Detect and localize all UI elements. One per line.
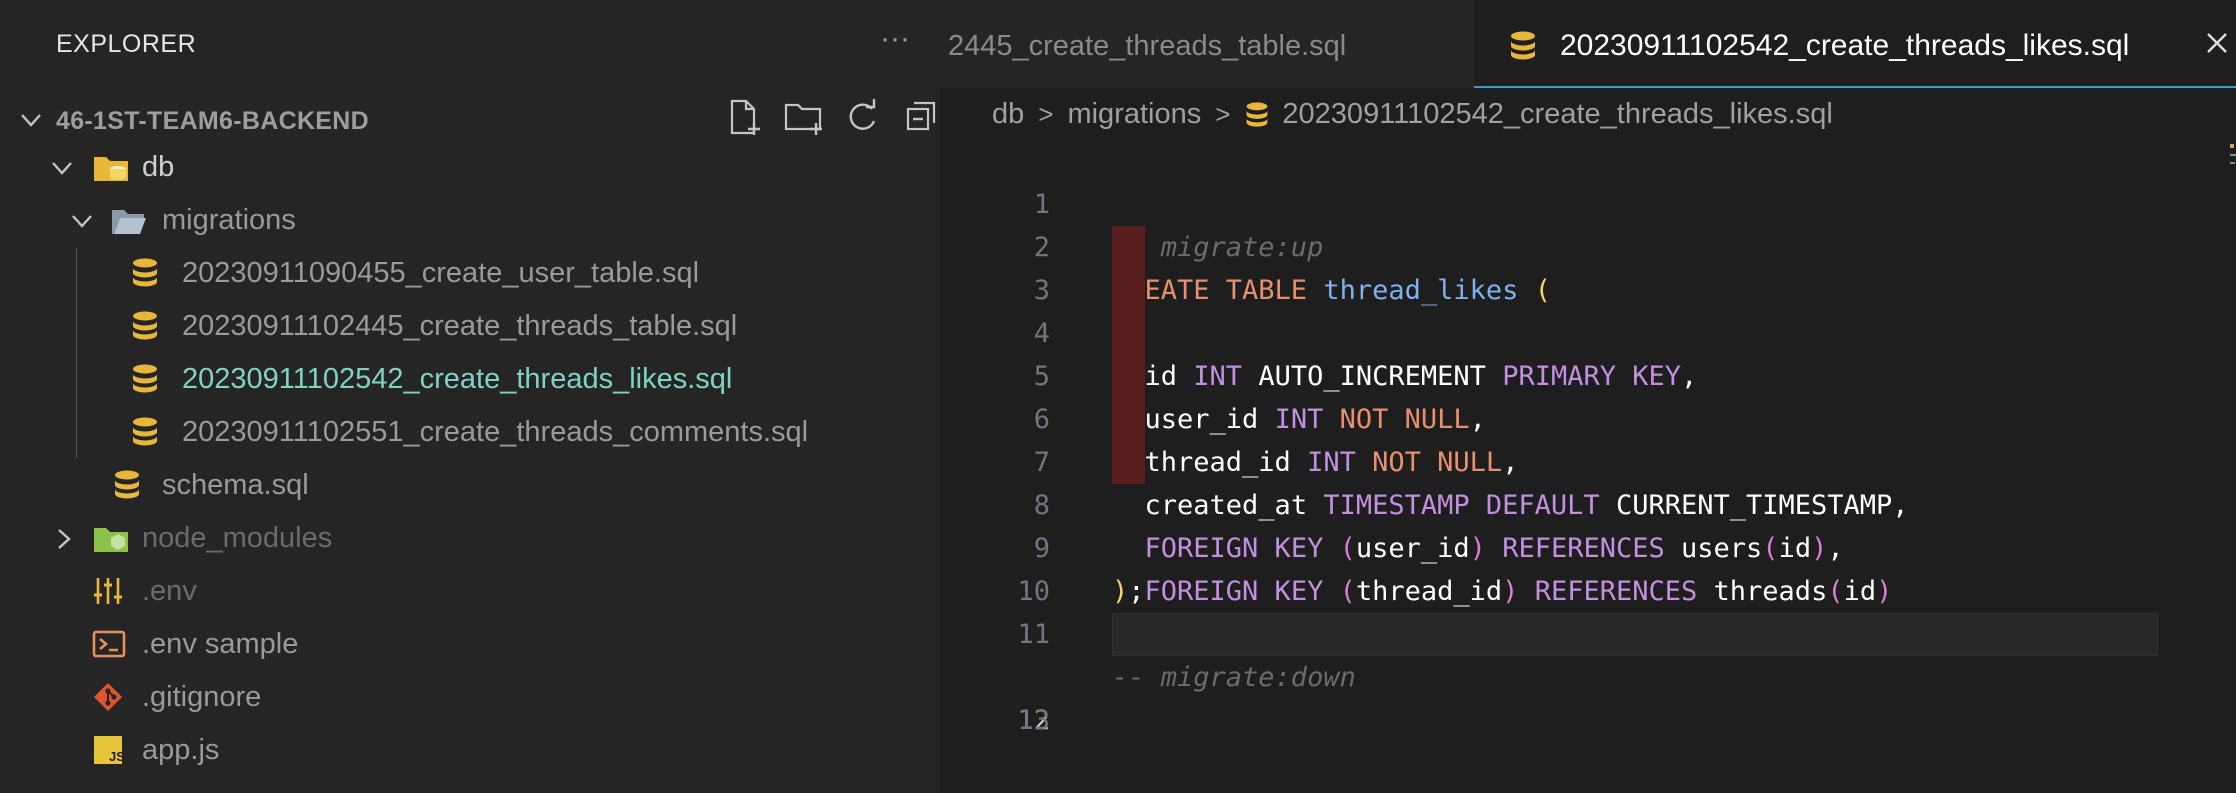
svg-text:JS: JS bbox=[109, 749, 124, 764]
breadcrumb-item-db[interactable]: db bbox=[992, 92, 1024, 136]
tab-create-threads-likes[interactable]: 20230911102542_create_threads_likes.sql bbox=[1474, 0, 2236, 88]
breadcrumb-item-migrations[interactable]: migrations bbox=[1067, 92, 1201, 136]
node-folder-icon bbox=[94, 528, 128, 552]
chevron-down-icon bbox=[72, 215, 92, 228]
tree-item-label: 20230911102445_create_threads_table.sql bbox=[182, 310, 738, 342]
tree-item-label: 20230911102551_create_threads_comments.s… bbox=[182, 416, 809, 448]
tree-item-label: .env bbox=[142, 575, 197, 607]
indent-error-marker bbox=[1112, 312, 1145, 355]
tree-item-label: .gitignore bbox=[142, 681, 262, 713]
code-line: 10 bbox=[940, 527, 2236, 607]
tree-folder-node-modules[interactable]: node_modules bbox=[0, 512, 940, 564]
database-icon bbox=[133, 364, 157, 393]
chevron-right-icon: > bbox=[1038, 99, 1054, 129]
tree-file-sql[interactable]: schema.sql bbox=[0, 459, 940, 511]
tree-item-label: 20230911102542_create_threads_likes.sql bbox=[182, 363, 733, 395]
collapse-all-icon[interactable] bbox=[902, 95, 942, 139]
settings-sliders-icon bbox=[94, 578, 122, 604]
tree-folder-migrations[interactable]: migrations bbox=[0, 194, 940, 246]
code-line: 2 CREATE TABLE thread_likes ( bbox=[940, 183, 2236, 306]
tree-file-env[interactable]: .env bbox=[0, 565, 940, 617]
database-folder-icon bbox=[94, 157, 128, 181]
tree-file-sql[interactable]: 20230911102551_create_threads_comments.s… bbox=[0, 406, 940, 458]
explorer-title: EXPLORER bbox=[56, 30, 197, 58]
current-line-highlight bbox=[1112, 613, 2158, 656]
breadcrumb-item-file[interactable]: 20230911102542_create_threads_likes.sql bbox=[1282, 92, 1832, 136]
indent-error-marker bbox=[1112, 441, 1145, 484]
git-icon bbox=[94, 683, 122, 711]
code-line: 1 -- migrate:up bbox=[940, 140, 2236, 263]
new-folder-icon[interactable] bbox=[782, 95, 826, 139]
tree-item-label: app.js bbox=[142, 734, 220, 766]
database-icon bbox=[133, 417, 157, 446]
database-icon bbox=[115, 470, 139, 499]
terminal-icon bbox=[92, 630, 126, 658]
tree-item-label: node_modules bbox=[142, 522, 333, 554]
minimap-indicator[interactable] bbox=[2228, 140, 2236, 180]
more-actions-button[interactable]: ··· bbox=[880, 22, 910, 56]
tab-label: 20230911102542_create_threads_likes.sql bbox=[1560, 29, 2130, 62]
indent-error-marker bbox=[1112, 398, 1145, 441]
explorer-sidebar: EXPLORER ··· 46-1ST-TEAM6-BACKEND db mig… bbox=[0, 0, 940, 793]
code-line: 11 -- migrate:down bbox=[940, 570, 2236, 693]
code-line: 4 user_id INT NOT NULL, bbox=[940, 269, 2236, 435]
code-line: 8 FOREIGN KEY (thread_id) REFERENCES thr… bbox=[940, 441, 2236, 607]
database-icon bbox=[133, 311, 157, 340]
tree-item-label: 20230911090455_create_user_table.sql bbox=[182, 257, 700, 289]
close-icon[interactable] bbox=[2204, 30, 2230, 56]
tree-item-label: .env sample bbox=[142, 628, 299, 660]
editor: 2445_create_threads_table.sql 2023091110… bbox=[940, 0, 2236, 793]
chevron-down-icon bbox=[52, 162, 72, 175]
tree-file-sql-selected[interactable]: 20230911102542_create_threads_likes.sql bbox=[0, 353, 940, 405]
tab-create-threads-table[interactable]: 2445_create_threads_table.sql bbox=[948, 0, 1468, 88]
database-icon bbox=[1511, 31, 1535, 60]
tree-item-label: schema.sql bbox=[162, 469, 309, 501]
code-line: 13 bbox=[940, 656, 2236, 736]
code-line: 9 ); bbox=[940, 484, 2236, 607]
indent-error-marker bbox=[1112, 269, 1145, 312]
tree-file-sql[interactable]: 20230911090455_create_user_table.sql bbox=[0, 247, 940, 299]
chevron-right-icon: > bbox=[1215, 99, 1231, 129]
tree-file-sql[interactable]: 20230911102445_create_threads_table.sql bbox=[0, 300, 940, 352]
project-name: 46-1ST-TEAM6-BACKEND bbox=[56, 107, 369, 135]
tree-file-env-sample[interactable]: .env sample bbox=[0, 618, 940, 670]
tree-item-label: migrations bbox=[162, 204, 296, 236]
code-line: 3 id INT AUTO_INCREMENT PRIMARY KEY, bbox=[940, 226, 2236, 392]
tree-folder-db[interactable]: db bbox=[0, 141, 940, 193]
project-root[interactable]: 46-1ST-TEAM6-BACKEND bbox=[0, 95, 940, 145]
tree-file-js[interactable]: JS app.js bbox=[0, 724, 940, 776]
refresh-icon[interactable] bbox=[842, 95, 882, 139]
indent-error-marker bbox=[1112, 355, 1145, 398]
indent-error-marker bbox=[1112, 226, 1145, 269]
new-file-icon[interactable] bbox=[726, 95, 766, 139]
chevron-down-icon bbox=[21, 114, 41, 127]
javascript-icon: JS bbox=[94, 736, 124, 764]
code-line: 7 FOREIGN KEY (user_id) REFERENCES users… bbox=[940, 398, 2236, 564]
breadcrumb: db > migrations >20230911102542_create_thre… bbox=[992, 92, 1833, 136]
chevron-right-icon bbox=[58, 529, 71, 549]
database-icon bbox=[1247, 102, 1268, 127]
folder-open-icon bbox=[112, 210, 146, 234]
database-icon bbox=[133, 258, 157, 287]
code-line: 6 created_at TIMESTAMP DEFAULT CURRENT_T… bbox=[940, 355, 2236, 521]
line-number: 13 bbox=[1017, 705, 1050, 736]
tab-bar: 2445_create_threads_table.sql 2023091110… bbox=[940, 0, 2236, 88]
code-line-current: 12 bbox=[940, 613, 2236, 736]
tree-item-label: db bbox=[142, 151, 175, 183]
code-line: 5 thread_id INT NOT NULL, bbox=[940, 312, 2236, 478]
tree-file-gitignore[interactable]: .gitignore bbox=[0, 671, 940, 723]
